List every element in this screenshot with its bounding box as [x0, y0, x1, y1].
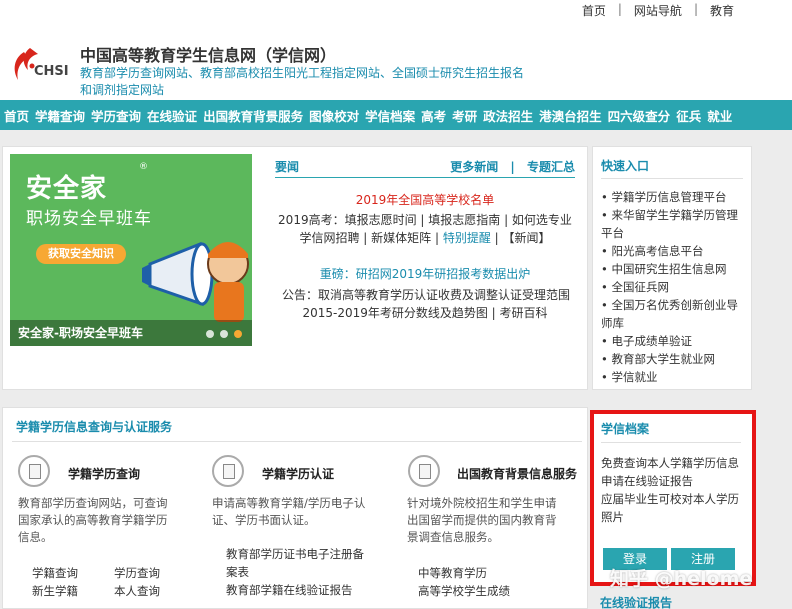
service-name[interactable]: 学籍学历认证 [262, 465, 334, 482]
service-link[interactable]: 学籍查询 [32, 564, 78, 582]
banner-registered-mark: ® [139, 162, 148, 172]
carousel-dots [206, 330, 242, 338]
banner-cta-button[interactable]: 获取安全知识 [36, 244, 126, 264]
service-links-col: 教育部学历证书电子注册备案表 教育部学籍在线验证报告 [226, 545, 371, 599]
service-link[interactable]: 教育部学籍在线验证报告 [226, 581, 371, 599]
service-links-col: 中等教育学历 高等学校学生成绩 [418, 564, 510, 600]
xueli-query-icon [18, 455, 50, 487]
service-desc: 申请高等教育学籍/学历电子认证、学历书面认证。 [212, 496, 366, 527]
service-link[interactable]: 新生学籍 [32, 582, 78, 600]
xueli-cert-icon [212, 455, 244, 487]
service-name[interactable]: 出国教育背景信息服务 [457, 465, 577, 482]
news-special-link[interactable]: 特别提醒 [443, 231, 491, 245]
service-link[interactable]: 本人查询 [114, 582, 160, 600]
dossier-line: 应届毕业生可校对本人学历照片 [601, 492, 739, 524]
service-links-col: 学籍查询 新生学籍 [32, 564, 78, 600]
service-desc: 教育部学历查询网站，可查询国家承认的高等教育学籍学历信息。 [18, 496, 168, 544]
dossier-line: 免费查询本人学籍学历信息 [601, 456, 739, 470]
quick-entry-item[interactable]: 阳光高考信息平台 [601, 242, 747, 260]
service-link[interactable]: 教育部学历证书电子注册备案表 [226, 545, 371, 581]
dossier-description: 免费查询本人学籍学历信息 申请在线验证报告 应届毕业生可校对本人学历照片 [601, 454, 749, 526]
news-more-links: 更多新闻 | 专题汇总 [450, 158, 575, 175]
dossier-panel: 学信档案 免费查询本人学籍学历信息 申请在线验证报告 应届毕业生可校对本人学历照… [590, 410, 756, 586]
news-headline-2[interactable]: 重磅：研招网2019年研招报考数据出炉 [275, 265, 575, 283]
banner-title: 安全家 [26, 174, 108, 204]
nav-item-kaoyan[interactable]: 考研 [452, 106, 477, 125]
news-link-news[interactable]: | 【新闻】 [491, 231, 551, 245]
online-report-title[interactable]: 在线验证报告 [600, 594, 672, 609]
zhihu-watermark: 知乎 @helome [610, 568, 753, 590]
news-line-kaoyan[interactable]: 2015-2019年考研分数线及趋势图 | 考研百科 [275, 304, 575, 322]
nav-item-dossier[interactable]: 学信档案 [365, 106, 415, 125]
service-link[interactable]: 中等教育学历 [418, 564, 510, 582]
main-nav: 首页 学籍查询 学历查询 在线验证 出国教育背景服务 图像校对 学信档案 高考 … [0, 100, 792, 130]
topics-link[interactable]: 专题汇总 [527, 160, 575, 174]
service-links-col: 学历查询 本人查询 [114, 564, 160, 600]
site-subtitle: 教育部学历查询网站、教育部高校招生阳光工程指定网站、全国硕士研究生招生报名 和调… [80, 65, 550, 99]
nav-item-jobs[interactable]: 就业 [707, 106, 732, 125]
news-line-gaokao[interactable]: 2019高考：填报志愿时间 | 填报志愿指南 | 如何选专业 [275, 211, 575, 229]
site-subtitle-line: 教育部学历查询网站、教育部高校招生阳光工程指定网站、全国硕士研究生招生报名 [80, 66, 525, 80]
carousel-dot[interactable] [206, 330, 214, 338]
top-links: 首页 | 网站导航 | 教育 [570, 2, 746, 19]
quick-entry-list: 学籍学历信息管理平台 来华留学生学籍学历管理平台 阳光高考信息平台 中国研究生招… [601, 188, 747, 386]
nav-item-xueli[interactable]: 学历查询 [91, 106, 141, 125]
services-divider [12, 441, 582, 442]
abroad-background-icon [408, 455, 440, 487]
more-news-link[interactable]: 更多新闻 [450, 160, 498, 174]
quick-entry-item[interactable]: 全国万名优秀创新创业导师库 [601, 296, 747, 332]
service-desc: 针对境外院校招生和学生申请出国留学而提供的国内教育背景调查信息服务。 [407, 496, 557, 544]
top-bar: 首页 | 网站导航 | 教育 [0, 0, 792, 22]
nav-item-home[interactable]: 首页 [4, 106, 29, 125]
news-title: 要闻 [275, 160, 300, 174]
quick-entry-item[interactable]: 学籍学历信息管理平台 [601, 188, 747, 206]
nav-item-gangao[interactable]: 港澳台招生 [539, 106, 602, 125]
site-title: 中国高等教育学生信息网（学信网） [80, 46, 337, 65]
quick-entry-divider [601, 178, 743, 179]
nav-item-military[interactable]: 征兵 [676, 106, 701, 125]
site-subtitle-line: 和调剂指定网站 [80, 83, 165, 97]
dossier-divider [601, 442, 741, 443]
news-divider [275, 177, 575, 178]
nav-item-verify[interactable]: 在线验证 [147, 106, 197, 125]
dossier-title: 学信档案 [601, 422, 650, 436]
news-headline-1[interactable]: 2019年全国高等学校名单 [275, 191, 575, 209]
nav-item-photo[interactable]: 图像校对 [309, 106, 359, 125]
nav-item-xueji[interactable]: 学籍查询 [35, 106, 85, 125]
nav-item-gaokao[interactable]: 高考 [421, 106, 446, 125]
news-notice[interactable]: 公告：取消高等教育学历认证收费及调整认证受理范围 [278, 286, 574, 304]
news-sep: | [510, 160, 515, 174]
quick-entry-item[interactable]: 教育部大学生就业网 [601, 350, 747, 368]
quick-entry-item[interactable]: 来华留学生学籍学历管理平台 [601, 206, 747, 242]
nav-item-zhengfa[interactable]: 政法招生 [483, 106, 533, 125]
nav-item-abroad[interactable]: 出国教育背景服务 [203, 106, 303, 125]
banner-caption: 安全家-职场安全早班车 [18, 326, 143, 340]
top-link-home[interactable]: 首页 [570, 2, 618, 19]
news-header: 要闻 更多新闻 | 专题汇总 [275, 158, 575, 175]
news-link-group[interactable]: 学信网招聘 | 新媒体矩阵 | [299, 231, 442, 245]
quick-entry-item[interactable]: 电子成绩单验证 [601, 332, 747, 350]
service-name[interactable]: 学籍学历查询 [68, 465, 140, 482]
carousel-dot-active[interactable] [234, 330, 242, 338]
quick-entry-item[interactable]: 全国征兵网 [601, 278, 747, 296]
services-title: 学籍学历信息查询与认证服务 [16, 420, 173, 434]
quick-entry-panel: 快速入口 学籍学历信息管理平台 来华留学生学籍学历管理平台 阳光高考信息平台 中… [592, 146, 752, 390]
top-link-education[interactable]: 教育 [698, 2, 746, 19]
service-link[interactable]: 高等学校学生成绩 [418, 582, 510, 600]
quick-entry-item[interactable]: 中国研究生招生信息网 [601, 260, 747, 278]
news-line-misc: 学信网招聘 | 新媒体矩阵 | 特别提醒 | 【新闻】 [275, 229, 575, 247]
quick-entry-title: 快速入口 [601, 159, 650, 173]
dossier-line: 申请在线验证报告 [601, 474, 693, 488]
logo-wordmark: CHSI [34, 64, 69, 79]
nav-item-cet[interactable]: 四六级查分 [608, 106, 671, 125]
site-header: CHSI 中国高等教育学生信息网（学信网） 教育部学历查询网站、教育部高校招生阳… [0, 22, 792, 100]
carousel-dot[interactable] [220, 330, 228, 338]
banner-subtitle: 职场安全早班车 [26, 209, 152, 229]
quick-entry-item[interactable]: 学信就业 [601, 368, 747, 386]
top-link-sitemap[interactable]: 网站导航 [622, 2, 694, 19]
promo-banner[interactable]: 安全家 ® 职场安全早班车 获取安全知识 安全家-职场安全早班车 [10, 154, 252, 346]
megaphone-mascot-icon [142, 241, 249, 322]
service-link[interactable]: 学历查询 [114, 564, 160, 582]
